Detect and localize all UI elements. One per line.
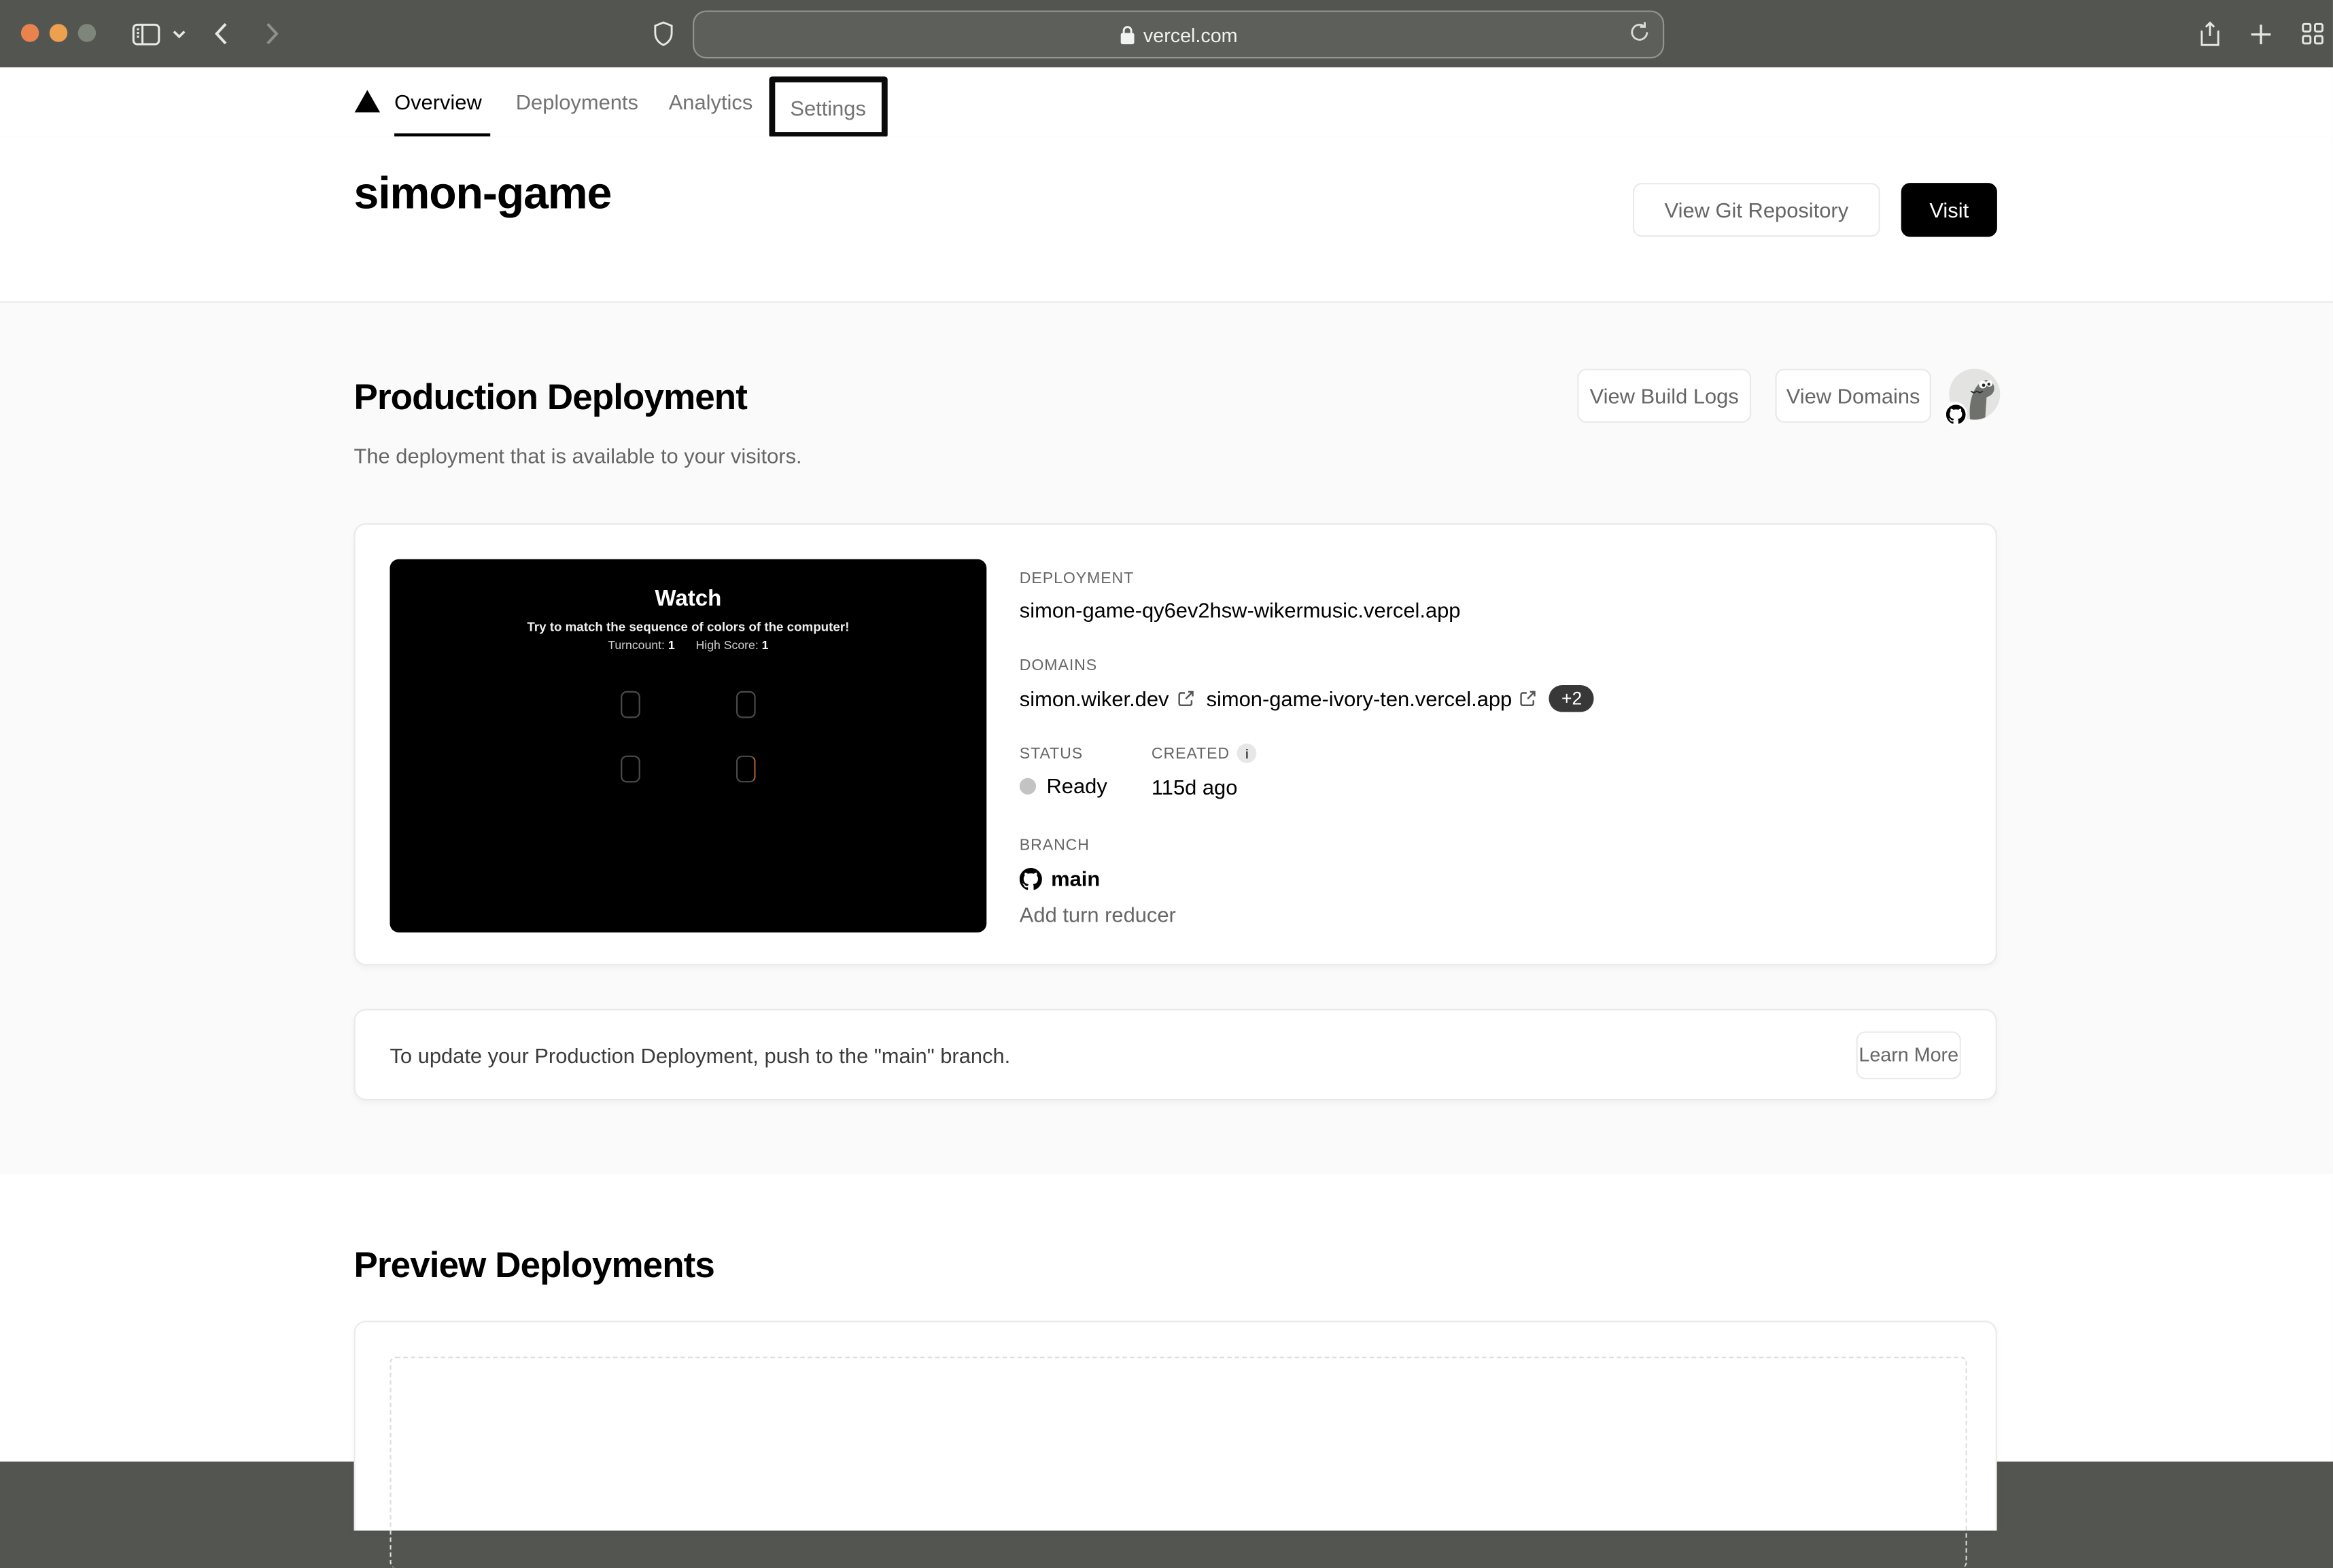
- external-link-icon: [1177, 690, 1194, 708]
- created-label-row: CREATED i: [1152, 744, 1257, 763]
- view-git-repository-button[interactable]: View Git Repository: [1633, 183, 1880, 237]
- production-hint-banner: To update your Production Deployment, pu…: [354, 1009, 1997, 1100]
- share-icon: [2200, 21, 2221, 46]
- view-build-logs-button[interactable]: View Build Logs: [1577, 369, 1751, 423]
- window-minimize-button[interactable]: [50, 24, 67, 41]
- reload-button[interactable]: [1629, 22, 1649, 47]
- tab-deployments[interactable]: Deployments: [516, 67, 638, 136]
- info-icon[interactable]: i: [1237, 744, 1257, 763]
- deployment-label: DEPLOYMENT: [1020, 570, 1134, 587]
- github-avatar[interactable]: [1949, 369, 2000, 420]
- empty-deployments-placeholder: [390, 1357, 1967, 1568]
- preview-deployments-heading: Preview Deployments: [354, 1246, 714, 1288]
- visit-button[interactable]: Visit: [1901, 183, 1997, 237]
- page-header: simon-game View Git Repository Visit: [0, 137, 2333, 302]
- branch-label: BRANCH: [1020, 837, 1090, 854]
- game-instructions: Try to match the sequence of colors of t…: [390, 619, 986, 634]
- domain-link[interactable]: simon-game-ivory-ten.vercel.app: [1207, 686, 1538, 710]
- address-bar[interactable]: vercel.com: [693, 10, 1664, 58]
- github-icon: [1020, 867, 1042, 890]
- tab-analytics[interactable]: Analytics: [669, 67, 753, 136]
- game-title: Watch: [390, 586, 986, 611]
- grid-icon: [2300, 22, 2323, 45]
- branch-value: main: [1051, 867, 1100, 890]
- simon-pad: [621, 691, 640, 718]
- view-domains-button[interactable]: View Domains: [1775, 369, 1931, 423]
- status-value: Ready: [1047, 773, 1107, 797]
- tab-overview-button[interactable]: [2297, 0, 2327, 67]
- domain-link[interactable]: simon.wiker.dev: [1020, 686, 1194, 710]
- new-tab-button[interactable]: [2246, 0, 2276, 67]
- created-label: CREATED: [1152, 744, 1230, 762]
- vercel-project-page: vercel.com: [0, 0, 2333, 1461]
- privacy-shield-button[interactable]: [648, 0, 678, 67]
- deployment-preview-thumbnail[interactable]: Watch Try to match the sequence of color…: [390, 559, 986, 933]
- share-button[interactable]: [2194, 0, 2227, 67]
- preview-deployments-card: [354, 1321, 1997, 1531]
- back-button[interactable]: [207, 0, 234, 67]
- domains-label: DOMAINS: [1020, 657, 1097, 674]
- github-badge-icon: [1943, 402, 1967, 425]
- chevron-left-icon: [213, 22, 227, 45]
- status-row: Ready: [1020, 773, 1107, 797]
- page-title: simon-game: [354, 169, 612, 220]
- project-navbar: Overview Deployments Analytics Settings: [0, 67, 2333, 138]
- tab-label: Deployments: [516, 90, 638, 114]
- commit-message: Add turn reducer: [1020, 903, 1176, 926]
- sidebar-toggle-button[interactable]: [126, 0, 165, 67]
- deployment-card: Watch Try to match the sequence of color…: [354, 523, 1997, 966]
- production-deployment-section: Production Deployment The deployment tha…: [0, 301, 2333, 1177]
- window-close-button[interactable]: [21, 24, 39, 41]
- status-label: STATUS: [1020, 745, 1083, 763]
- created-value: 115d ago: [1152, 775, 1238, 799]
- section-subheading: The deployment that is available to your…: [354, 444, 802, 468]
- learn-more-button[interactable]: Learn More: [1856, 1030, 1961, 1079]
- tab-overview[interactable]: Overview: [394, 67, 482, 136]
- branch-row: main: [1020, 867, 1100, 890]
- more-domains-badge[interactable]: +2: [1549, 685, 1593, 712]
- section-heading: Production Deployment: [354, 378, 747, 420]
- external-link-icon: [1519, 690, 1537, 708]
- lock-icon: [1120, 24, 1135, 44]
- url-text: vercel.com: [1143, 23, 1238, 46]
- plus-icon: [2251, 23, 2272, 44]
- sidebar-chevron-button[interactable]: [168, 0, 189, 67]
- domains-row: simon.wiker.dev simon-game-ivory-ten.ver…: [1020, 685, 1594, 712]
- settings-annotation-rectangle: Settings: [769, 76, 886, 137]
- shield-icon: [653, 21, 673, 46]
- tab-label: Overview: [394, 90, 482, 114]
- vercel-logo-icon: [354, 88, 381, 122]
- forward-button[interactable]: [258, 0, 285, 67]
- deployment-url: simon-game-qy6ev2hsw-wikermusic.vercel.a…: [1020, 598, 1461, 622]
- browser-topbar: vercel.com: [0, 0, 2333, 67]
- simon-pad: [621, 756, 640, 783]
- status-dot-icon: [1020, 778, 1036, 794]
- sidebar-icon: [131, 22, 160, 46]
- preview-deployments-section: Preview Deployments: [0, 1174, 2333, 1461]
- simon-pad: [736, 691, 756, 718]
- chevron-down-icon: [172, 29, 186, 38]
- window-zoom-button[interactable]: [78, 24, 96, 41]
- tab-label: Analytics: [669, 90, 753, 114]
- simon-pad: [736, 756, 756, 783]
- tab-settings[interactable]: Settings: [790, 95, 866, 119]
- banner-message: To update your Production Deployment, pu…: [390, 1043, 1010, 1066]
- chevron-right-icon: [264, 22, 278, 45]
- game-scores: Turncount: 1High Score: 1: [390, 639, 986, 652]
